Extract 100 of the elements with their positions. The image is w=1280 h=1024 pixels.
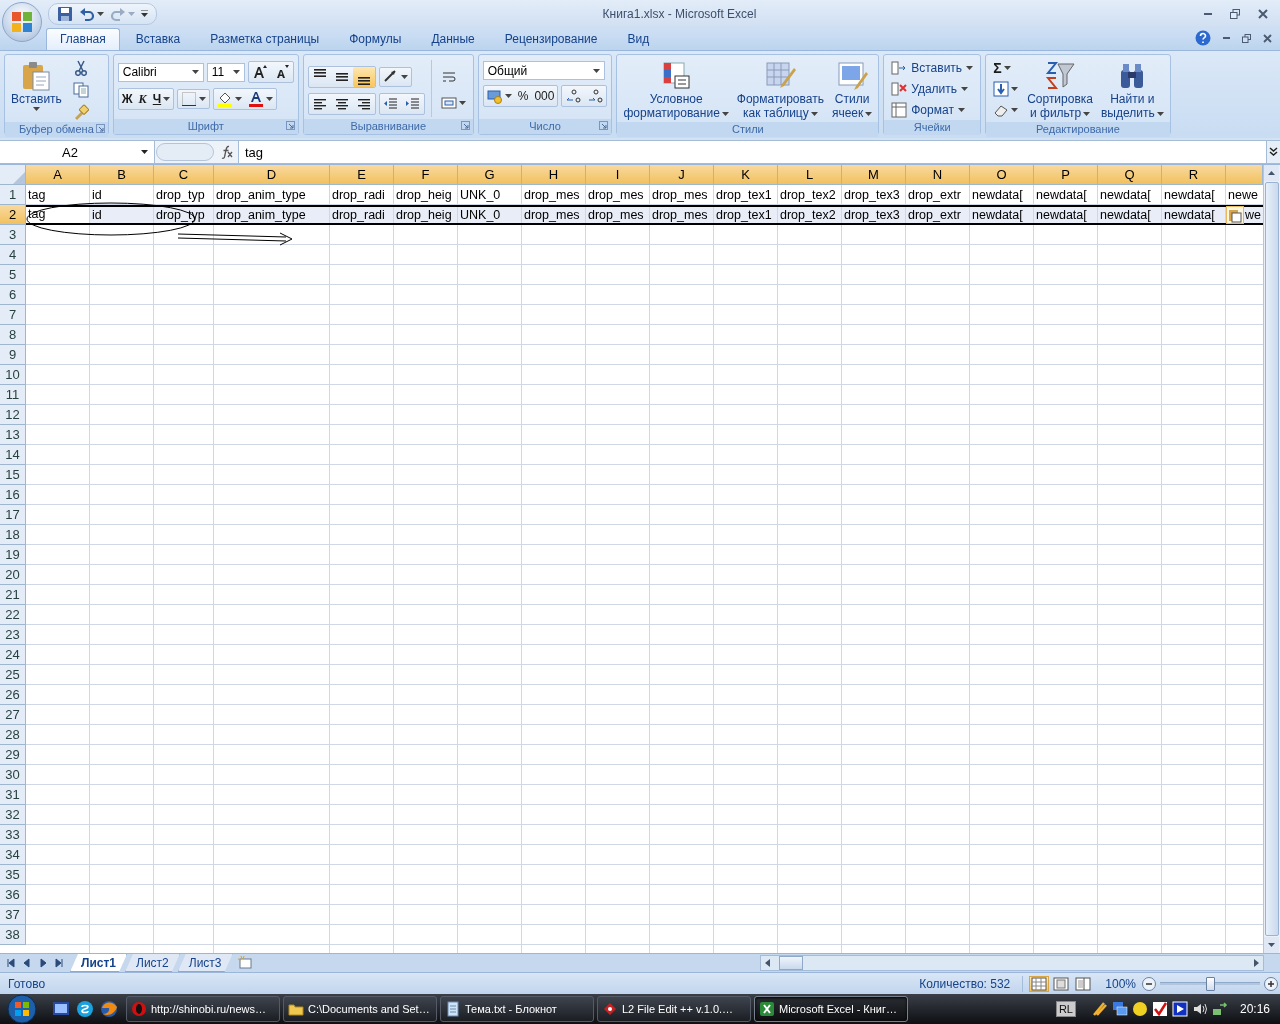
- fox-globe-icon[interactable]: [100, 1000, 118, 1018]
- insert-cells-button[interactable]: Вставить: [888, 58, 977, 78]
- expand-formula-button[interactable]: [1266, 141, 1280, 163]
- column-header[interactable]: C: [154, 165, 214, 185]
- borders-button[interactable]: [177, 89, 211, 109]
- active-cell[interactable]: tag: [26, 207, 89, 223]
- row-header[interactable]: 29: [0, 745, 26, 765]
- save-button[interactable]: [55, 6, 75, 22]
- restore-button[interactable]: [1242, 33, 1251, 43]
- row-header[interactable]: 5: [0, 265, 26, 285]
- orientation-button[interactable]: [378, 66, 412, 87]
- zoom-slider[interactable]: [1206, 977, 1215, 991]
- horizontal-scrollbar[interactable]: [760, 955, 1264, 971]
- column-header[interactable]: E: [330, 165, 394, 185]
- column-header[interactable]: G: [458, 165, 522, 185]
- desktop-icon[interactable]: [52, 1000, 70, 1018]
- close-button[interactable]: [1256, 9, 1270, 19]
- normal-view[interactable]: [1029, 975, 1050, 992]
- column-header[interactable]: H: [522, 165, 586, 185]
- monitors-icon[interactable]: [1111, 1001, 1128, 1017]
- delete-cells-button[interactable]: Удалить: [888, 79, 977, 99]
- taskbar-button[interactable]: Тема.txt - Блокнот: [440, 996, 594, 1022]
- dialog-launcher-icon[interactable]: [95, 124, 105, 133]
- insert-function-button[interactable]: [220, 145, 234, 159]
- row-header[interactable]: 4: [0, 245, 26, 265]
- sheet-tab[interactable]: Лист1: [70, 954, 128, 972]
- row-header[interactable]: 24: [0, 645, 26, 665]
- number-format-dropdown[interactable]: Общий: [482, 61, 605, 80]
- column-header[interactable]: A: [26, 165, 90, 185]
- percent-button[interactable]: %: [514, 86, 532, 106]
- dialog-launcher-icon[interactable]: [599, 121, 609, 130]
- format-as-table-button[interactable]: Форматировать как таблицу: [734, 58, 826, 122]
- row-header[interactable]: 2: [0, 205, 26, 225]
- clock[interactable]: 20:16: [1239, 1002, 1270, 1016]
- page-layout-view[interactable]: [1051, 975, 1072, 992]
- thousands-separator-button[interactable]: 000: [531, 86, 558, 106]
- office-button[interactable]: [2, 2, 42, 42]
- column-header[interactable]: N: [906, 165, 970, 185]
- row-header[interactable]: 38: [0, 925, 26, 945]
- row-header[interactable]: 12: [0, 405, 26, 425]
- taskbar-button[interactable]: Microsoft Excel - Книг…: [754, 996, 908, 1022]
- font-size-dropdown[interactable]: 11: [206, 62, 245, 82]
- row-header[interactable]: 37: [0, 905, 26, 925]
- scroll-thumb[interactable]: [779, 956, 803, 970]
- sheet-tab[interactable]: Лист2: [125, 954, 180, 972]
- formula-bar-handle[interactable]: [156, 143, 214, 161]
- dialog-launcher-icon[interactable]: [285, 121, 295, 130]
- paste-options-button[interactable]: [1226, 206, 1244, 224]
- chat-bubble-icon[interactable]: [76, 1000, 94, 1018]
- zoom-in-button[interactable]: [1264, 976, 1278, 991]
- help-button[interactable]: [1195, 30, 1211, 46]
- italic-button[interactable]: К: [135, 89, 150, 109]
- ribbon-tab[interactable]: Разметка страницы: [196, 28, 334, 50]
- cell-styles-button[interactable]: Стили ячеек: [829, 58, 875, 122]
- vertical-align-button[interactable]: [352, 66, 375, 87]
- close-button[interactable]: [1263, 33, 1272, 43]
- row-header[interactable]: 20: [0, 565, 26, 585]
- column-header[interactable]: Q: [1098, 165, 1162, 185]
- row-header[interactable]: 32: [0, 805, 26, 825]
- taskbar-button[interactable]: http://shinobi.ru/news…: [126, 996, 280, 1022]
- row-header[interactable]: 3: [0, 225, 26, 245]
- vertical-scrollbar[interactable]: [1263, 165, 1280, 953]
- format-cells-button[interactable]: Формат: [888, 100, 977, 120]
- column-header[interactable]: O: [970, 165, 1034, 185]
- row-header[interactable]: 11: [0, 385, 26, 405]
- row-header[interactable]: 26: [0, 685, 26, 705]
- row-header[interactable]: 35: [0, 865, 26, 885]
- prev-sheet-button[interactable]: [22, 958, 32, 968]
- row-header[interactable]: 9: [0, 345, 26, 365]
- column-header[interactable]: B: [90, 165, 154, 185]
- row-header[interactable]: 30: [0, 765, 26, 785]
- scroll-thumb[interactable]: [1265, 182, 1279, 936]
- dialog-launcher-icon[interactable]: [460, 121, 470, 130]
- formula-input[interactable]: tag: [239, 141, 1266, 163]
- ribbon-tab[interactable]: Вставка: [121, 28, 195, 50]
- row-header[interactable]: 8: [0, 325, 26, 345]
- check-icon[interactable]: [1151, 1001, 1168, 1017]
- first-sheet-button[interactable]: [6, 958, 16, 968]
- taskbar-button[interactable]: C:\Documents and Set…: [283, 996, 437, 1022]
- sort-filter-button[interactable]: Сортировка и фильтр: [1025, 58, 1095, 122]
- sheet-tab[interactable]: Лист3: [177, 954, 233, 972]
- speaker-icon[interactable]: [1191, 1001, 1208, 1017]
- row-header[interactable]: 21: [0, 585, 26, 605]
- row-header[interactable]: 14: [0, 445, 26, 465]
- row-header[interactable]: 13: [0, 425, 26, 445]
- taskbar-button[interactable]: L2 File Edit ++ v.1.0.…: [597, 996, 751, 1022]
- conditional-formatting-button[interactable]: Условное форматирование: [621, 58, 731, 122]
- restore-button[interactable]: [1228, 9, 1242, 19]
- paste-button[interactable]: Вставить: [9, 58, 64, 113]
- row-header[interactable]: 22: [0, 605, 26, 625]
- row-header[interactable]: 17: [0, 505, 26, 525]
- column-header[interactable]: D: [214, 165, 330, 185]
- row-header[interactable]: 28: [0, 725, 26, 745]
- play-icon[interactable]: [1171, 1001, 1188, 1017]
- underline-button[interactable]: Ч: [149, 89, 174, 109]
- row-header[interactable]: 10: [0, 365, 26, 385]
- row-header[interactable]: 1: [0, 185, 26, 205]
- ribbon-tab[interactable]: Формулы: [335, 28, 416, 50]
- font-name-dropdown[interactable]: Calibri: [117, 62, 204, 82]
- row-header[interactable]: 31: [0, 785, 26, 805]
